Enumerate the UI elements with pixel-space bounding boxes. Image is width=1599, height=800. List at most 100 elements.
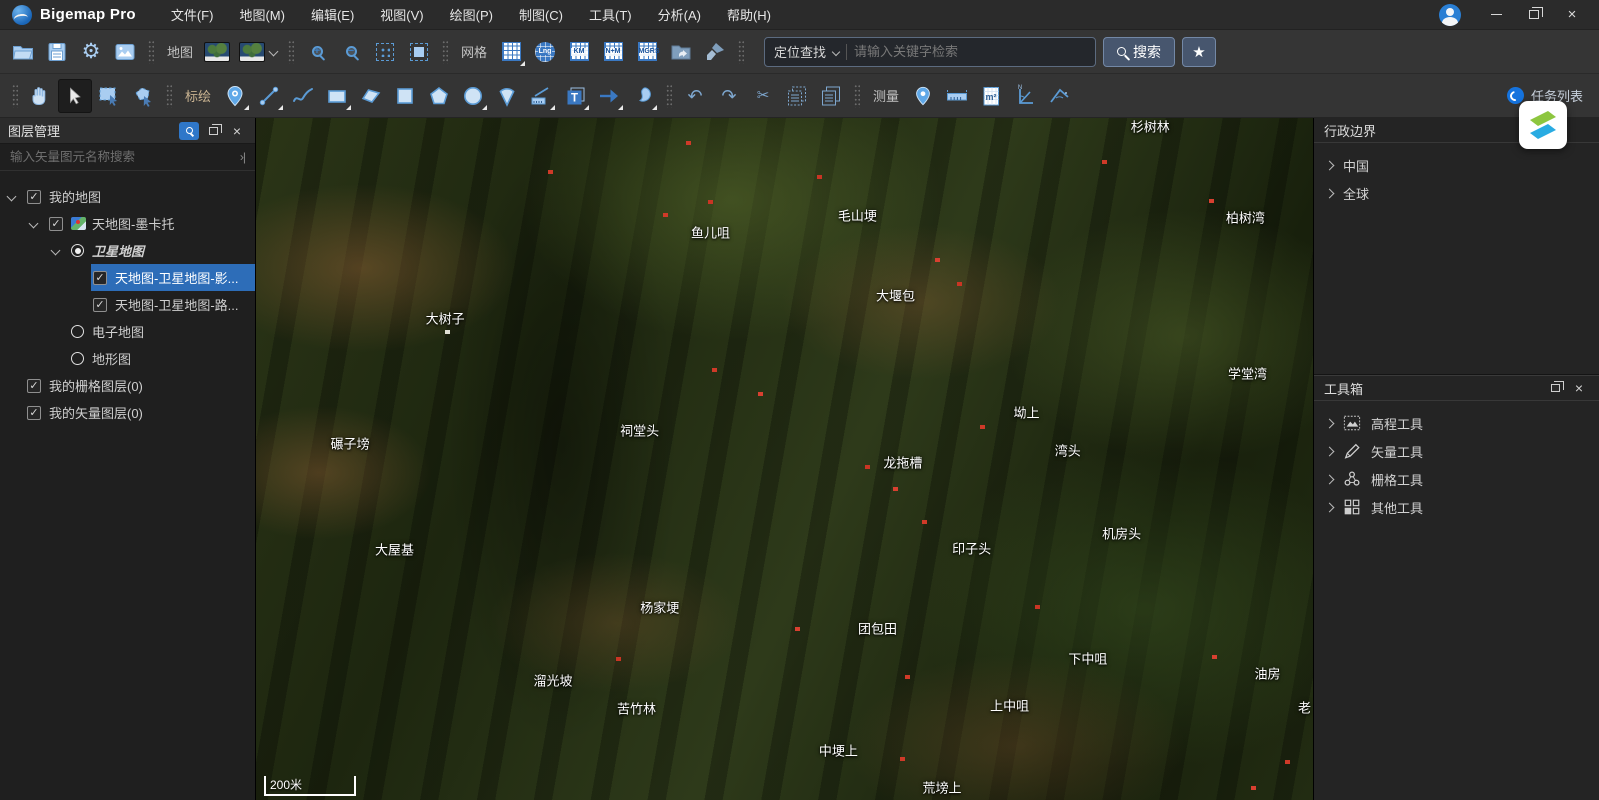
minimize-button[interactable] <box>1479 2 1513 28</box>
expander-icon[interactable] <box>7 192 17 202</box>
layer-radio[interactable] <box>71 352 84 365</box>
layer-checkbox[interactable]: ✓ <box>93 298 107 312</box>
toolbar-grip[interactable] <box>854 84 860 108</box>
layer-tree-item[interactable]: 电子地图 <box>0 318 255 345</box>
search-button[interactable]: 搜索 <box>1103 37 1175 67</box>
draw-square-button[interactable] <box>388 79 422 113</box>
measure-area-button[interactable]: m² <box>974 79 1008 113</box>
brand-watermark[interactable] <box>1519 101 1567 149</box>
redo-button[interactable]: ↷ <box>712 79 746 113</box>
menu-item[interactable]: 工具(T) <box>576 0 645 29</box>
toolbox-item-vector[interactable]: 矢量工具 <box>1314 437 1599 465</box>
admin-item-global[interactable]: 全球 <box>1314 179 1599 207</box>
zoom-to-extent-button[interactable] <box>402 35 436 69</box>
menu-item[interactable]: 制图(C) <box>506 0 576 29</box>
expander-icon[interactable] <box>51 246 61 256</box>
toolbox-close-button[interactable]: × <box>1569 379 1589 397</box>
layer-panel-float-button[interactable] <box>203 122 223 140</box>
draw-arrow-button[interactable] <box>592 79 626 113</box>
layer-tree-item[interactable]: ✓我的地图 <box>0 183 255 210</box>
menu-item[interactable]: 视图(V) <box>367 0 436 29</box>
rect-select-button[interactable] <box>92 79 126 113</box>
draw-pentagon-button[interactable] <box>422 79 456 113</box>
toolbar-grip[interactable] <box>442 40 448 64</box>
toolbox-float-button[interactable] <box>1545 379 1565 397</box>
layer-panel-close-button[interactable]: × <box>227 122 247 140</box>
favorites-button[interactable]: ★ <box>1182 37 1216 67</box>
map-viewport[interactable]: 杉树林毛山埂柏树湾鱼儿咀大堰包大树子学堂湾坳上祠堂头碾子塝湾头龙拖槽机房头印子头… <box>256 118 1313 800</box>
km-grid-button[interactable]: KM <box>562 35 596 69</box>
layer-radio[interactable] <box>71 325 84 338</box>
toolbox-item-raster[interactable]: 栅格工具 <box>1314 465 1599 493</box>
zoom-in-button[interactable]: + <box>300 35 334 69</box>
layer-search-button[interactable] <box>179 122 199 140</box>
save-button[interactable] <box>40 35 74 69</box>
chevron-right-icon[interactable] <box>1325 160 1335 170</box>
layer-checkbox[interactable]: ✓ <box>49 217 63 231</box>
settings-button[interactable]: ⚙ <box>74 35 108 69</box>
layer-tree-item[interactable]: 地形图 <box>0 345 255 372</box>
polygon-select-button[interactable] <box>126 79 160 113</box>
keyword-search-input[interactable] <box>854 44 1086 59</box>
basemap-switch-button[interactable] <box>234 35 282 69</box>
draw-circle-button[interactable] <box>456 79 490 113</box>
cut-button[interactable]: ✂ <box>746 79 780 113</box>
menu-item[interactable]: 地图(M) <box>226 0 298 29</box>
toolbox-item-elevation[interactable]: 高程工具 <box>1314 409 1599 437</box>
menu-item[interactable]: 帮助(H) <box>714 0 784 29</box>
menu-item[interactable]: 分析(A) <box>645 0 714 29</box>
layer-checkbox[interactable]: ✓ <box>27 379 41 393</box>
shared-folder-button[interactable] <box>664 35 698 69</box>
chevron-right-icon[interactable] <box>1325 502 1335 512</box>
snapshot-button[interactable] <box>108 35 142 69</box>
layer-tree-item[interactable]: ✓天地图-卫星地图-路... <box>0 291 255 318</box>
basemap-button[interactable] <box>200 35 234 69</box>
collapse-icon[interactable]: ›| <box>240 150 245 164</box>
layer-tree-item[interactable]: ✓天地图-墨卡托 <box>0 210 255 237</box>
layer-tree-item[interactable]: 卫星地图 <box>0 237 255 264</box>
measure-angle-button[interactable] <box>1042 79 1076 113</box>
toolbar-grip[interactable] <box>666 84 672 108</box>
locate-search-box[interactable]: 定位查找 <box>764 37 1096 67</box>
layer-tree-item[interactable]: ✓我的矢量图层(0) <box>0 399 255 426</box>
toolbar-grip[interactable] <box>288 40 294 64</box>
layer-tree-item[interactable]: ✓我的栅格图层(0) <box>0 372 255 399</box>
draw-slope-button[interactable] <box>524 79 558 113</box>
search-mode-select[interactable]: 定位查找 <box>774 42 826 61</box>
undo-button[interactable]: ↶ <box>678 79 712 113</box>
lnglat-grid-button[interactable]: Lng <box>528 35 562 69</box>
paste-button[interactable] <box>814 79 848 113</box>
draw-quad-button[interactable] <box>354 79 388 113</box>
user-avatar[interactable] <box>1439 4 1461 26</box>
pan-tool-button[interactable] <box>24 79 58 113</box>
close-button[interactable]: × <box>1555 2 1589 28</box>
layer-search-input[interactable] <box>10 150 234 164</box>
zoom-out-button[interactable]: − <box>334 35 368 69</box>
restore-button[interactable] <box>1517 2 1551 28</box>
mgrs-grid-button[interactable]: MGRS <box>630 35 664 69</box>
admin-item-china[interactable]: 中国 <box>1314 151 1599 179</box>
draw-sector-button[interactable] <box>490 79 524 113</box>
layer-radio[interactable] <box>71 244 84 257</box>
copy-button[interactable] <box>780 79 814 113</box>
expander-icon[interactable] <box>29 219 39 229</box>
layer-checkbox[interactable]: ✓ <box>93 271 107 285</box>
chevron-right-icon[interactable] <box>1325 188 1335 198</box>
chevron-right-icon[interactable] <box>1325 474 1335 484</box>
measure-point-button[interactable] <box>906 79 940 113</box>
layer-tree-item[interactable]: ✓天地图-卫星地图-影... <box>0 264 255 291</box>
menu-item[interactable]: 绘图(P) <box>437 0 506 29</box>
toolbar-grip[interactable] <box>148 40 154 64</box>
measure-azimuth-button[interactable]: N <box>1008 79 1042 113</box>
toolbox-item-other[interactable]: 其他工具 <box>1314 493 1599 521</box>
draw-curve-button[interactable] <box>286 79 320 113</box>
zoom-to-selection-button[interactable] <box>368 35 402 69</box>
toolbar-grip[interactable] <box>166 84 172 108</box>
draw-text-button[interactable]: T <box>558 79 592 113</box>
select-tool-button[interactable] <box>58 79 92 113</box>
nm-grid-button[interactable]: N+M <box>596 35 630 69</box>
draw-rectangle-button[interactable] <box>320 79 354 113</box>
menu-item[interactable]: 编辑(E) <box>298 0 367 29</box>
grid-button[interactable] <box>494 35 528 69</box>
chevron-right-icon[interactable] <box>1325 446 1335 456</box>
